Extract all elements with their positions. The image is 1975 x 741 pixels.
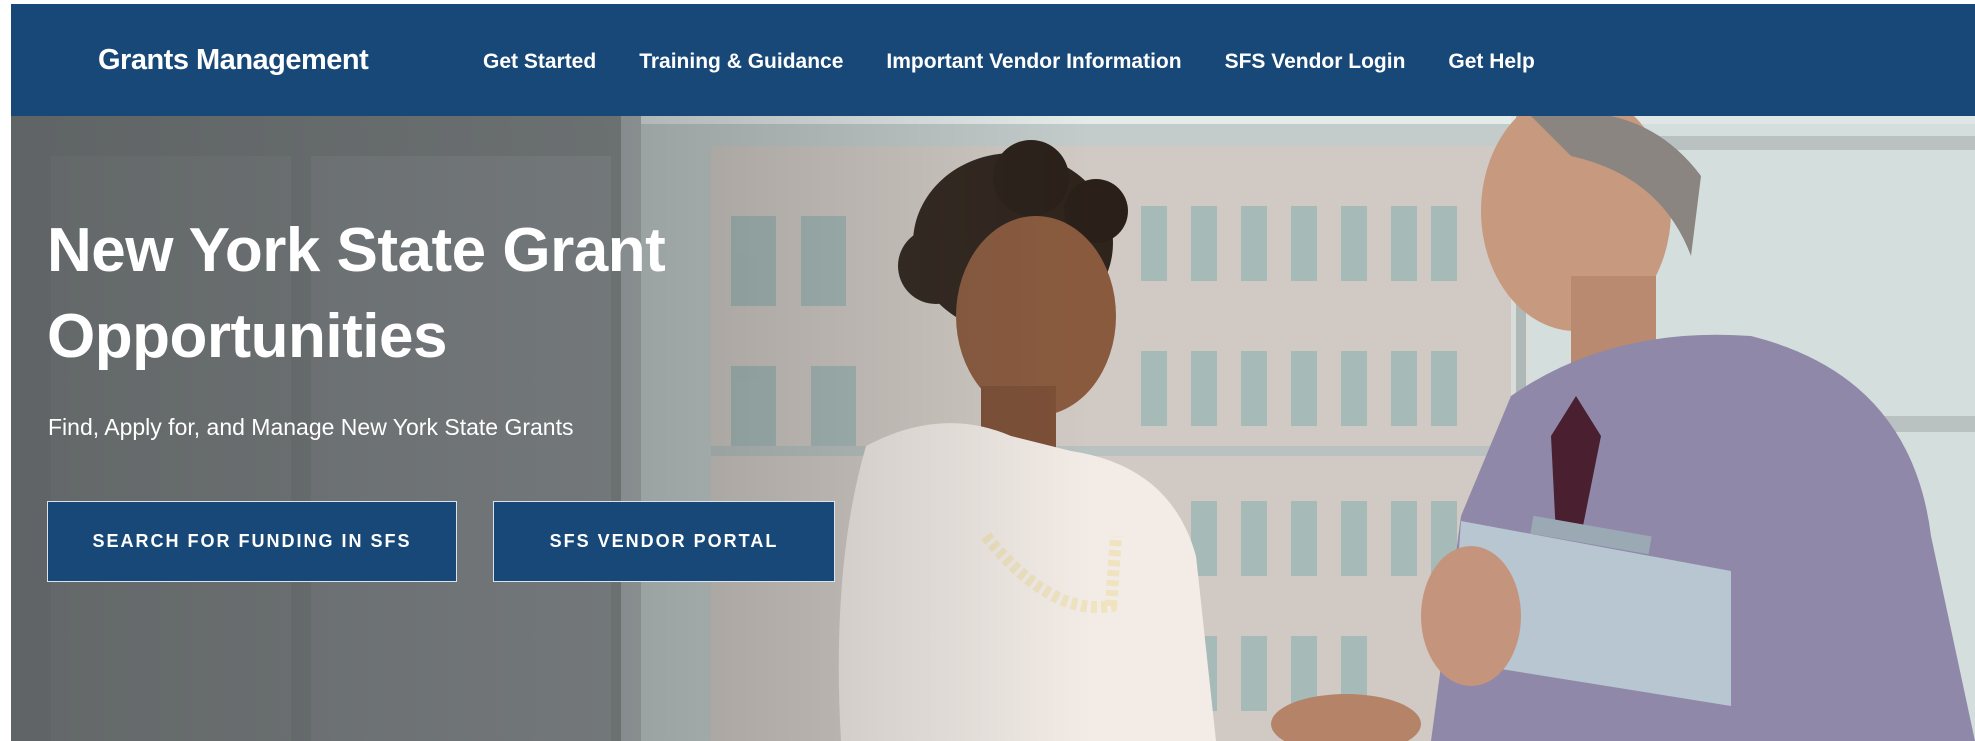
nav-link-get-help[interactable]: Get Help: [1448, 50, 1534, 74]
hero-subtitle: Find, Apply for, and Manage New York Sta…: [48, 414, 574, 440]
brand-logo-link[interactable]: Grants Management: [98, 44, 369, 77]
search-funding-button[interactable]: SEARCH FOR FUNDING IN SFS: [47, 501, 457, 582]
vendor-portal-button[interactable]: SFS VENDOR PORTAL: [493, 501, 835, 582]
nav-link-get-started[interactable]: Get Started: [483, 50, 596, 74]
nav-link-important-vendor-information[interactable]: Important Vendor Information: [886, 50, 1181, 74]
site-frame: Grants Management Get Started Training &…: [11, 4, 1975, 741]
main-nav: Get Started Training & Guidance Importan…: [483, 50, 1578, 74]
nav-link-training-guidance[interactable]: Training & Guidance: [639, 50, 843, 74]
hero-title: New York State Grant Opportunities: [47, 216, 666, 371]
top-navbar: Grants Management Get Started Training &…: [11, 4, 1975, 116]
hero-banner: New York State Grant Opportunities Find,…: [11, 116, 1975, 741]
nav-link-sfs-vendor-login[interactable]: SFS Vendor Login: [1225, 50, 1406, 74]
page: Grants Management Get Started Training &…: [0, 0, 1975, 741]
